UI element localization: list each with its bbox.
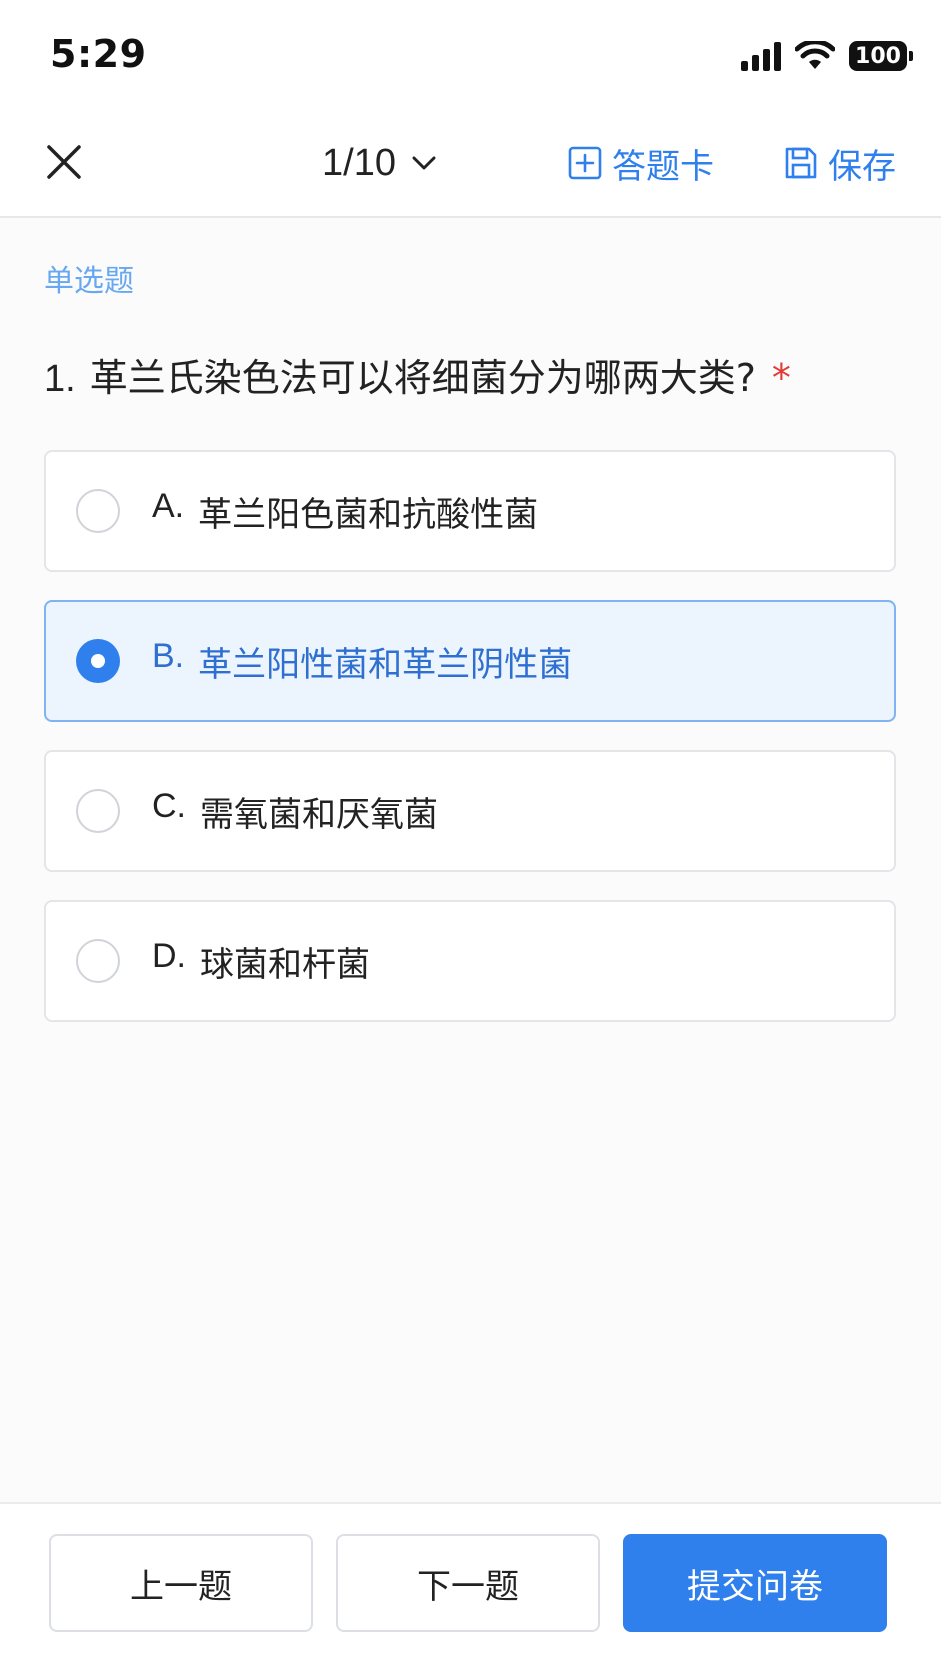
option-label: B. 革兰阳性菌和革兰阴性菌 <box>152 637 572 686</box>
options-list: A. 革兰阳色菌和抗酸性菌 B. 革兰阳性菌和革兰阴性菌 C. 需氧菌和厌氧菌 … <box>44 450 896 1050</box>
save-label: 保存 <box>828 146 896 187</box>
option-label: D. 球菌和杆菌 <box>152 937 370 986</box>
answer-card-icon <box>568 146 602 180</box>
close-icon <box>47 145 81 179</box>
option-text: 革兰阳色菌和抗酸性菌 <box>198 494 539 535</box>
option-letter: A. <box>152 486 185 525</box>
submit-survey-button[interactable]: 提交问卷 <box>623 1534 887 1632</box>
option-letter: B. <box>152 636 185 675</box>
option-b[interactable]: B. 革兰阳性菌和革兰阴性菌 <box>44 600 896 722</box>
question-type-label: 单选题 <box>44 264 134 299</box>
required-mark: * <box>771 356 791 400</box>
signal-icon <box>741 41 781 71</box>
question-progress: 1/10 <box>322 141 396 184</box>
radio-button[interactable] <box>76 789 120 833</box>
option-d[interactable]: D. 球菌和杆菌 <box>44 900 896 1022</box>
option-letter: C. <box>152 786 186 825</box>
radio-button-selected[interactable] <box>76 639 120 683</box>
question-number: 1. <box>44 358 76 400</box>
option-a[interactable]: A. 革兰阳色菌和抗酸性菌 <box>44 450 896 572</box>
close-button[interactable] <box>40 138 88 186</box>
wifi-icon <box>795 41 835 69</box>
answer-card-button[interactable]: 答题卡 <box>568 138 714 188</box>
save-button[interactable]: 保存 <box>784 138 896 188</box>
bottom-action-bar: 上一题 下一题 提交问卷 <box>0 1502 941 1672</box>
option-text: 革兰阳性菌和革兰阴性菌 <box>198 644 573 685</box>
chevron-down-icon <box>412 156 436 170</box>
status-time: 5:29 <box>50 32 147 76</box>
radio-button[interactable] <box>76 489 120 533</box>
question-progress-selector[interactable]: 1/10 <box>322 136 436 190</box>
top-nav: 1/10 答题卡 保存 <box>0 110 941 218</box>
option-text: 需氧菌和厌氧菌 <box>200 794 438 835</box>
previous-question-button[interactable]: 上一题 <box>49 1534 313 1632</box>
status-icons: 100 <box>741 36 913 76</box>
battery-level: 100 <box>855 43 901 69</box>
survey-screen: 5:29 100 1/10 答题卡 保存 单选题 1. 革兰氏染色法可以将细菌分… <box>0 0 941 1672</box>
answer-card-label: 答题卡 <box>612 146 714 187</box>
radio-button[interactable] <box>76 939 120 983</box>
battery-icon: 100 <box>849 41 913 71</box>
option-label: A. 革兰阳色菌和抗酸性菌 <box>152 487 538 536</box>
option-text: 球菌和杆菌 <box>200 944 370 985</box>
question-text: 革兰氏染色法可以将细菌分为哪两大类? <box>89 356 756 400</box>
option-letter: D. <box>152 936 186 975</box>
status-bar: 5:29 100 <box>0 0 941 110</box>
save-icon <box>785 147 817 179</box>
option-c[interactable]: C. 需氧菌和厌氧菌 <box>44 750 896 872</box>
next-question-button[interactable]: 下一题 <box>336 1534 600 1632</box>
option-label: C. 需氧菌和厌氧菌 <box>152 787 438 836</box>
question-title: 1. 革兰氏染色法可以将细菌分为哪两大类? * <box>44 354 904 403</box>
